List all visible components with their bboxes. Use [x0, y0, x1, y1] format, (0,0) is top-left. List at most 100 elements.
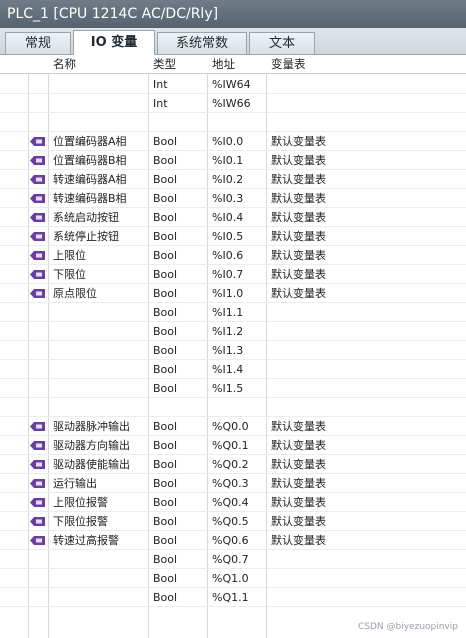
tag-type: Bool — [153, 287, 178, 300]
row-margin — [0, 398, 28, 417]
tag-address: %IW66 — [212, 97, 251, 110]
tag-table[interactable]: 默认变量表 — [266, 151, 466, 170]
tag-table[interactable] — [266, 113, 466, 132]
table-row[interactable]: Int %IW66 — [0, 94, 466, 113]
tag-table[interactable]: 默认变量表 — [266, 227, 466, 246]
tag-name[interactable] — [48, 75, 148, 94]
table-row[interactable]: Bool %Q1.0 — [0, 569, 466, 588]
table-row[interactable]: 运行输出 Bool %Q0.3 默认变量表 — [0, 474, 466, 493]
table-row[interactable]: 转速编码器B相 Bool %I0.3 默认变量表 — [0, 189, 466, 208]
table-row[interactable]: 系统停止按钮 Bool %I0.5 默认变量表 — [0, 227, 466, 246]
table-row[interactable]: 下限位 Bool %I0.7 默认变量表 — [0, 265, 466, 284]
tag-table[interactable] — [266, 569, 466, 588]
tag-table[interactable]: 默认变量表 — [266, 132, 466, 151]
tag-name[interactable]: 驱动器方向输出 — [48, 436, 148, 455]
table-row[interactable] — [0, 113, 466, 132]
tag-icon-cell — [28, 113, 48, 132]
tab-io-tags[interactable]: IO 变量 — [73, 30, 155, 55]
tag-name[interactable] — [48, 341, 148, 360]
header-address[interactable]: 地址 — [207, 55, 266, 74]
tag-name[interactable]: 系统启动按钮 — [48, 208, 148, 227]
tag-type: Bool — [153, 420, 178, 433]
table-row[interactable]: 驱动器脉冲输出 Bool %Q0.0 默认变量表 — [0, 417, 466, 436]
tag-table[interactable]: 默认变量表 — [266, 265, 466, 284]
tag-table[interactable]: 默认变量表 — [266, 170, 466, 189]
tag-name[interactable] — [48, 569, 148, 588]
table-row[interactable]: Int %IW64 — [0, 75, 466, 94]
table-row[interactable]: 转速过高报警 Bool %Q0.6 默认变量表 — [0, 531, 466, 550]
tag-table[interactable] — [266, 550, 466, 569]
table-row[interactable]: Bool %I1.5 — [0, 379, 466, 398]
tag-name[interactable]: 上限位 — [48, 246, 148, 265]
tag-table[interactable]: 默认变量表 — [266, 474, 466, 493]
tag-type: Bool — [153, 211, 178, 224]
tag-name[interactable] — [48, 113, 148, 132]
tag-name[interactable]: 下限位报警 — [48, 512, 148, 531]
header-type[interactable]: 类型 — [148, 55, 207, 74]
tag-table[interactable]: 默认变量表 — [266, 455, 466, 474]
table-row[interactable]: Bool %Q0.7 — [0, 550, 466, 569]
tag-name[interactable]: 转速过高报警 — [48, 531, 148, 550]
tag-table[interactable] — [266, 379, 466, 398]
tag-table[interactable]: 默认变量表 — [266, 531, 466, 550]
table-row[interactable]: 驱动器方向输出 Bool %Q0.1 默认变量表 — [0, 436, 466, 455]
tag-name[interactable] — [48, 303, 148, 322]
table-row[interactable]: 位置编码器B相 Bool %I0.1 默认变量表 — [0, 151, 466, 170]
tag-address: %I1.5 — [212, 382, 244, 395]
tag-table[interactable]: 默认变量表 — [266, 436, 466, 455]
table-row[interactable] — [0, 398, 466, 417]
table-row[interactable]: 系统启动按钮 Bool %I0.4 默认变量表 — [0, 208, 466, 227]
table-row[interactable]: 上限位 Bool %I0.6 默认变量表 — [0, 246, 466, 265]
tag-table[interactable] — [266, 341, 466, 360]
tag-name[interactable]: 驱动器脉冲输出 — [48, 417, 148, 436]
tag-name[interactable]: 转速编码器B相 — [48, 189, 148, 208]
tab-texts[interactable]: 文本 — [249, 32, 315, 54]
table-row[interactable]: 转速编码器A相 Bool %I0.2 默认变量表 — [0, 170, 466, 189]
tag-table[interactable]: 默认变量表 — [266, 417, 466, 436]
tab-general[interactable]: 常规 — [5, 32, 71, 54]
tag-name[interactable]: 上限位报警 — [48, 493, 148, 512]
tag-table[interactable] — [266, 360, 466, 379]
tag-name[interactable]: 位置编码器B相 — [48, 151, 148, 170]
tab-system-constants[interactable]: 系统常数 — [157, 32, 247, 54]
table-row[interactable]: 下限位报警 Bool %Q0.5 默认变量表 — [0, 512, 466, 531]
table-row[interactable]: Bool %I1.2 — [0, 322, 466, 341]
table-row[interactable]: 原点限位 Bool %I1.0 默认变量表 — [0, 284, 466, 303]
tag-name[interactable] — [48, 94, 148, 113]
tag-table[interactable] — [266, 303, 466, 322]
tag-name[interactable] — [48, 398, 148, 417]
tag-table[interactable]: 默认变量表 — [266, 246, 466, 265]
tag-name[interactable] — [48, 379, 148, 398]
tag-name[interactable]: 驱动器使能输出 — [48, 455, 148, 474]
tag-name[interactable]: 系统停止按钮 — [48, 227, 148, 246]
table-row[interactable]: 位置编码器A相 Bool %I0.0 默认变量表 — [0, 132, 466, 151]
table-row[interactable]: 驱动器使能输出 Bool %Q0.2 默认变量表 — [0, 455, 466, 474]
tag-name[interactable] — [48, 550, 148, 569]
tag-name[interactable] — [48, 322, 148, 341]
tag-table[interactable] — [266, 94, 466, 113]
header-tag-table[interactable]: 变量表 — [266, 55, 466, 74]
tag-table[interactable]: 默认变量表 — [266, 512, 466, 531]
tag-name[interactable]: 位置编码器A相 — [48, 132, 148, 151]
table-row[interactable]: Bool %Q1.1 — [0, 588, 466, 607]
tag-table[interactable]: 默认变量表 — [266, 493, 466, 512]
tag-table[interactable]: 默认变量表 — [266, 189, 466, 208]
tag-table[interactable]: 默认变量表 — [266, 284, 466, 303]
header-name[interactable]: 名称 — [48, 55, 148, 74]
table-row[interactable]: Bool %I1.4 — [0, 360, 466, 379]
tag-table[interactable] — [266, 75, 466, 94]
tag-name[interactable]: 转速编码器A相 — [48, 170, 148, 189]
table-row[interactable]: Bool %I1.1 — [0, 303, 466, 322]
tag-name[interactable]: 下限位 — [48, 265, 148, 284]
tag-address: %Q0.1 — [212, 439, 249, 452]
table-row[interactable]: Bool %I1.3 — [0, 341, 466, 360]
tag-name[interactable] — [48, 588, 148, 607]
tag-table[interactable] — [266, 588, 466, 607]
table-row[interactable]: 上限位报警 Bool %Q0.4 默认变量表 — [0, 493, 466, 512]
tag-name[interactable]: 运行输出 — [48, 474, 148, 493]
tag-name[interactable] — [48, 360, 148, 379]
tag-table[interactable] — [266, 322, 466, 341]
tag-table[interactable]: 默认变量表 — [266, 208, 466, 227]
tag-name[interactable]: 原点限位 — [48, 284, 148, 303]
tag-table[interactable] — [266, 398, 466, 417]
